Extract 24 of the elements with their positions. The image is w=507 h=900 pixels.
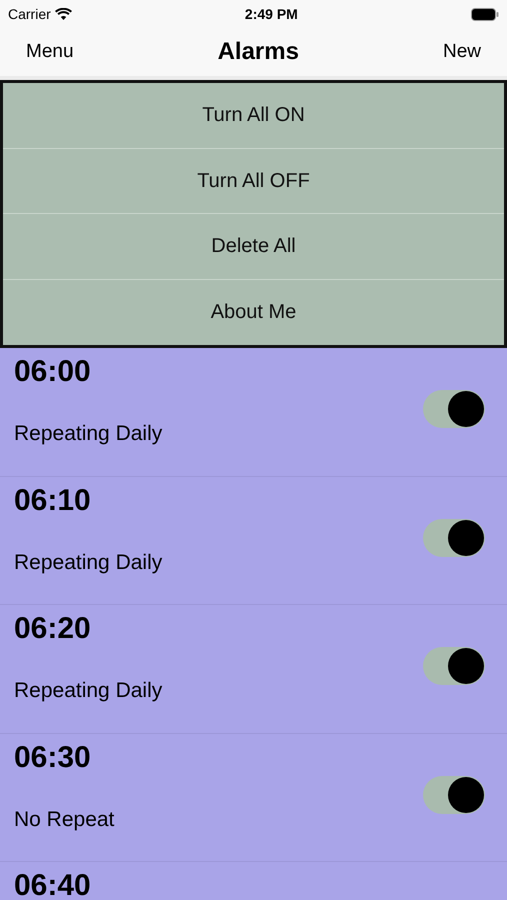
repeat-label: Repeating Daily [14,550,162,576]
carrier-label: Carrier [8,4,51,24]
alarm-time: 06:20 [14,611,92,647]
battery-icon [470,8,499,20]
menu-button[interactable]: Menu [0,38,100,66]
alarm-time: 06:10 [14,482,92,518]
menu-item[interactable]: Turn All OFF [3,148,504,214]
new-button[interactable]: New [416,38,507,66]
menu-item[interactable]: Turn All ON [3,83,504,148]
alarm-toggle[interactable] [423,647,485,685]
repeat-label: No Repeat [14,806,114,832]
clock: 2:49 PM [244,4,298,24]
alarm-time: 06:00 [14,354,92,390]
menu-item[interactable]: About Me [3,280,504,345]
repeat-label: Repeating Daily [14,421,162,447]
repeat-label: Repeating Daily [14,678,162,704]
alarm-time: 06:30 [14,740,92,776]
alarm-time: 06:40 [14,868,91,900]
screen-title: Alarms [218,37,299,67]
alarm-toggle[interactable] [423,390,485,428]
alarm-toggle[interactable] [423,518,485,556]
wifi-icon [54,8,72,20]
alarm-toggle[interactable] [423,776,485,814]
menu-item[interactable]: Delete All [3,214,504,280]
